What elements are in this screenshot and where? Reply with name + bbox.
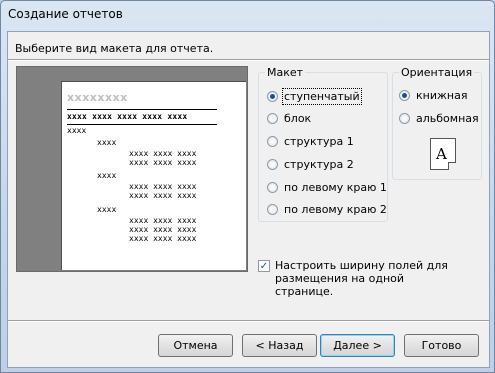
radio-label: книжная [416,89,468,102]
layout-group: Макет ступенчатый блок структура 1 струк… [258,66,388,222]
radio-button-selected[interactable] [399,90,410,101]
next-button[interactable]: Далее > [320,334,395,357]
cancel-button[interactable]: Отмена [158,334,233,357]
preview-group-level1: xxxx [67,126,87,135]
radio-align-left-1[interactable]: по левому краю 1 [267,181,387,194]
radio-align-left-2[interactable]: по левому краю 2 [267,203,387,216]
preview-detail-row: xxxx xxxx xxxx [129,149,197,158]
radio-landscape[interactable]: альбомная [399,112,479,125]
preview-group-level2: xxxx [97,205,117,214]
preview-page: xxxxxxxx xxxx xxxx xxxx xxxx xxxx xxxx x… [61,81,246,270]
checkbox-box[interactable]: ✓ [258,260,270,272]
preview-title: xxxxxxxx [67,91,128,104]
radio-block[interactable]: блок [267,112,311,125]
portrait-page-icon: A [430,138,456,170]
radio-label: альбомная [416,112,479,125]
radio-button[interactable] [267,159,278,170]
preview-detail-row: xxxx xxxx xxxx [129,158,197,167]
preview-group-level2: xxxx [97,171,117,180]
radio-outline-1[interactable]: структура 1 [267,135,354,148]
radio-label: по левому краю 1 [284,181,387,194]
radio-label: по левому краю 2 [284,203,387,216]
back-button-label: < Назад [255,339,304,352]
preview-detail-row: xxxx xxxx xxxx [129,234,197,243]
checkbox-label: Настроить ширину полей для размещения на… [275,259,448,298]
fit-width-checkbox[interactable]: ✓ Настроить ширину полей для размещения … [258,259,465,298]
radio-label: ступенчатый [282,88,362,105]
radio-button[interactable] [267,136,278,147]
back-button[interactable]: < Назад [242,334,317,357]
top-divider [8,59,489,61]
next-button-label: Далее > [333,339,382,352]
dialog-body: Выберите вид макета для отчета. xxxxxxxx… [7,31,490,368]
preview-rule-top [67,109,217,110]
page-fold [448,162,456,170]
radio-portrait[interactable]: книжная [399,89,467,102]
radio-button[interactable] [267,113,278,124]
orientation-group: Ориентация книжная альбомная A [392,66,482,180]
preview-detail-row: xxxx xxxx xxxx [129,225,197,234]
bottom-divider [8,320,489,322]
preview-detail-row: xxxx xxxx xxxx [129,216,197,225]
window-title: Создание отчетов [8,7,123,21]
page-letter: A [436,145,447,163]
radio-label: структура 1 [284,135,354,148]
radio-button[interactable] [267,204,278,215]
preview-group-level2: xxxx [97,138,117,147]
radio-stepped[interactable]: ступенчатый [267,88,362,105]
finish-button-label: Готово [421,339,462,352]
report-wizard-window: Создание отчетов Выберите вид макета для… [0,0,495,373]
finish-button[interactable]: Готово [404,334,479,357]
prompt-text: Выберите вид макета для отчета. [15,42,214,55]
layout-preview: xxxxxxxx xxxx xxxx xxxx xxxx xxxx xxxx x… [16,66,248,272]
preview-header-row: xxxx xxxx xxxx xxxx xxxx [67,112,188,121]
orientation-legend: Ориентация [399,66,475,79]
radio-label: блок [284,112,312,125]
preview-detail-row: xxxx xxxx xxxx [129,191,197,200]
radio-button-selected[interactable] [267,91,278,102]
preview-rule-bottom [67,124,217,125]
radio-button[interactable] [399,113,410,124]
layout-legend: Макет [265,66,306,79]
preview-detail-row: xxxx xxxx xxxx [129,182,197,191]
radio-label: структура 2 [284,158,354,171]
radio-outline-2[interactable]: структура 2 [267,158,354,171]
radio-button[interactable] [267,182,278,193]
